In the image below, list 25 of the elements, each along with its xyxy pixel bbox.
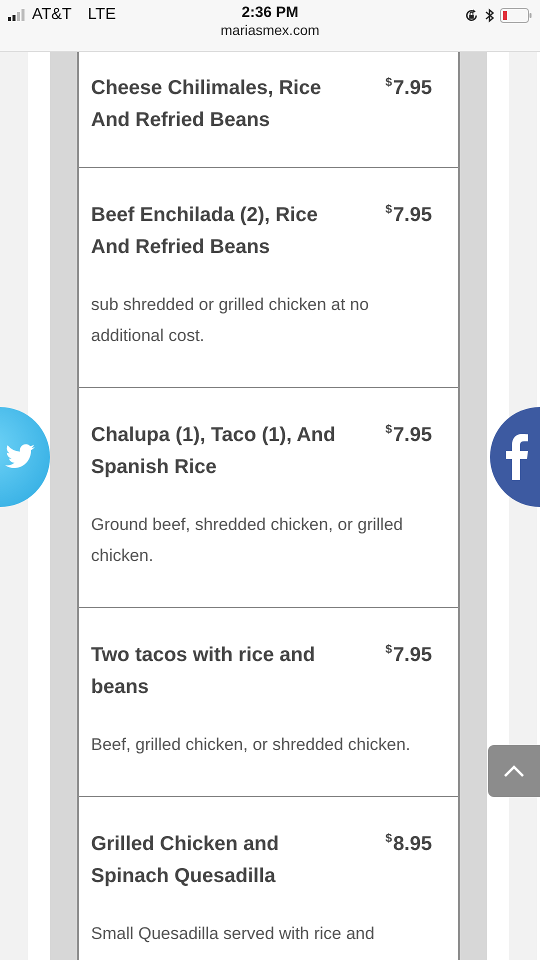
dish-description: Small Quesadilla served with rice and [91,923,376,945]
dish-price: $^{$}$8.95 [385,830,432,857]
status-time: 2:36 PM [242,4,298,21]
dish-name: Grilled Chicken and Spinach Quesadilla [91,832,280,889]
bluetooth-icon [485,8,494,22]
dish-description: sub shredded or grilled chicken at no additional cost. [91,294,370,347]
dish-name: Beef Enchilada (2), Rice And Refried Beans [91,203,319,260]
network-type: LTE [88,6,116,24]
dish-price: $^{$}$7.95 [385,74,432,101]
dish-price: $^{$}$7.95 [385,641,432,668]
scroll-to-top-button[interactable] [488,745,540,797]
f-letter-icon [506,434,528,480]
battery-icon [500,8,532,22]
dish-price: $^{$}$7.95 [385,201,432,228]
rotation-lock-icon [464,8,479,22]
bird-icon [4,444,36,470]
dish-description: Ground beef, shredded chicken, or grilled chicken. [91,514,404,567]
dish-price: $^{$}$7.95 [385,421,432,448]
chevron-up-icon [504,765,524,777]
dish-name: Cheese Chilimales, Rice And Refried Beans [91,76,322,133]
dish-description: Beef, grilled chicken, or shredded chicken. [91,734,412,756]
dish-name: Two tacos with rice and beans [91,643,316,700]
page-url[interactable]: mariasmex.com [220,22,320,38]
carrier-name: AT&T [32,6,72,24]
dish-name: Chalupa (1), Taco (1), And Spanish Rice [91,423,336,480]
